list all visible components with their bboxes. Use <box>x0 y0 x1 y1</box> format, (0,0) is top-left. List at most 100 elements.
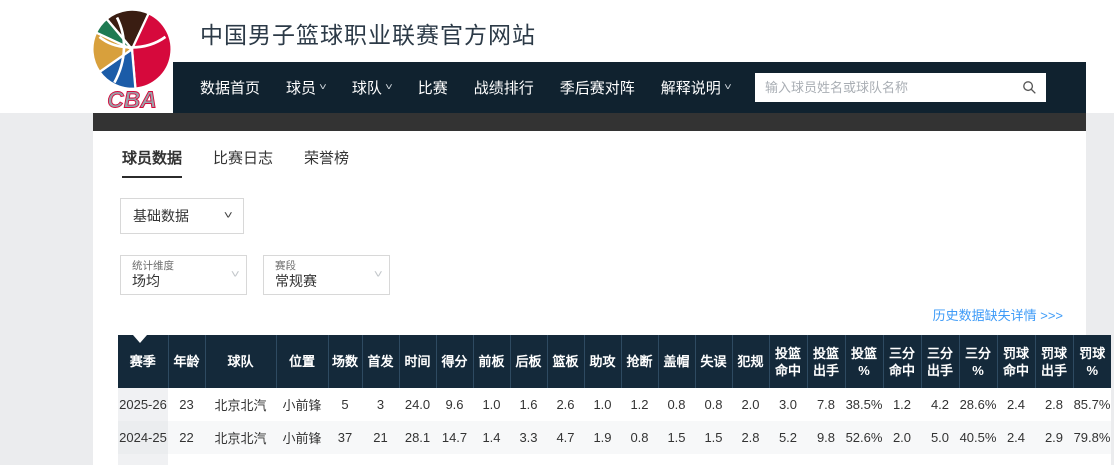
column-header[interactable]: 罚球 出手 <box>1035 335 1073 388</box>
table-cell: 小前锋 <box>276 388 328 421</box>
table-cell <box>118 454 168 465</box>
stage-label: 赛段 <box>275 260 367 273</box>
table-row: 2024-2522北京北汽小前锋372128.114.71.43.34.71.9… <box>118 421 1111 454</box>
table-cell: 1.2 <box>883 388 921 421</box>
table-cell: 5.2 <box>769 421 807 454</box>
table-cell: 4.7 <box>547 421 584 454</box>
table-cell: 2.4 <box>997 421 1035 454</box>
search-box <box>755 73 1046 102</box>
tab-player-stats[interactable]: 球员数据 <box>122 147 182 178</box>
column-header[interactable]: 时间 <box>399 335 436 388</box>
table-cell <box>997 454 1035 465</box>
history-link-row: 历史数据缺失详情 >>> <box>93 305 1086 322</box>
column-header[interactable]: 三分 命中 <box>883 335 921 388</box>
table-cell <box>584 454 621 465</box>
table-cell: 5.0 <box>921 421 959 454</box>
column-header[interactable]: 抢断 <box>621 335 658 388</box>
column-header[interactable]: 盖帽 <box>658 335 695 388</box>
table-cell: 4.2 <box>921 388 959 421</box>
table-cell <box>695 454 732 465</box>
table-cell <box>205 454 276 465</box>
cba-logo-text: CBA <box>107 86 157 111</box>
table-cell: 1.4 <box>473 421 510 454</box>
column-header[interactable]: 罚球 命中 <box>997 335 1035 388</box>
column-header[interactable]: 前板 <box>473 335 510 388</box>
column-header[interactable]: 场数 <box>328 335 362 388</box>
column-header[interactable]: 投篮 % <box>845 335 883 388</box>
table-cell: 28.1 <box>399 421 436 454</box>
table-cell <box>168 454 205 465</box>
table-cell: 2.8 <box>1035 388 1073 421</box>
table-cell <box>510 454 547 465</box>
table-cell: 2.9 <box>1035 421 1073 454</box>
missing-history-link[interactable]: 历史数据缺失详情 >>> <box>933 308 1063 323</box>
table-cell: 2.0 <box>732 388 769 421</box>
table-cell <box>436 454 473 465</box>
table-cell <box>1073 454 1111 465</box>
table-cell: 2.0 <box>883 421 921 454</box>
table-cell <box>328 454 362 465</box>
nav-item-teams[interactable]: 球队˅ <box>352 77 392 98</box>
table-cell: 22 <box>168 421 205 454</box>
table-cell: 3.3 <box>510 421 547 454</box>
tab-honors[interactable]: 荣誉榜 <box>304 147 349 178</box>
column-header[interactable]: 投篮 出手 <box>807 335 845 388</box>
table-cell: 5 <box>328 388 362 421</box>
sort-indicator-arrow <box>133 335 147 343</box>
column-header[interactable]: 位置 <box>276 335 328 388</box>
column-header[interactable]: 助攻 <box>584 335 621 388</box>
main-nav: 数据首页 球员˅ 球队˅ 比赛 战绩排行 季后赛对阵 解释说明˅ <box>173 62 1086 113</box>
data-type-select[interactable]: 基础数据 ˅ <box>120 198 244 234</box>
nav-item-standings[interactable]: 战绩排行 <box>474 77 534 98</box>
tab-game-log[interactable]: 比赛日志 <box>213 147 273 178</box>
table-cell: 3 <box>362 388 399 421</box>
table-cell <box>547 454 584 465</box>
nav-item-players[interactable]: 球员˅ <box>286 77 326 98</box>
search-icon[interactable] <box>1022 80 1037 95</box>
table-cell: 79.8% <box>1073 421 1111 454</box>
table-cell <box>732 454 769 465</box>
table-cell <box>769 454 807 465</box>
table-cell: 37 <box>328 421 362 454</box>
table-cell <box>1035 454 1073 465</box>
column-header[interactable]: 三分 出手 <box>921 335 959 388</box>
nav-item-glossary[interactable]: 解释说明˅ <box>661 77 731 98</box>
table-cell: 2.6 <box>547 388 584 421</box>
table-cell <box>473 454 510 465</box>
nav-item-data-home[interactable]: 数据首页 <box>200 77 260 98</box>
search-input[interactable] <box>755 73 1046 102</box>
cba-logo[interactable]: CBA <box>88 5 176 111</box>
chevron-down-icon: ˅ <box>230 269 239 281</box>
column-header[interactable]: 得分 <box>436 335 473 388</box>
column-header[interactable]: 球队 <box>205 335 276 388</box>
column-header[interactable]: 失误 <box>695 335 732 388</box>
chevron-down-icon: ˅ <box>385 82 393 93</box>
column-header[interactable]: 投篮 命中 <box>769 335 807 388</box>
nav-item-games[interactable]: 比赛 <box>418 77 448 98</box>
stage-select[interactable]: 赛段 常规赛 ˅ <box>263 255 390 295</box>
table-cell <box>658 454 695 465</box>
stat-dimension-value: 场均 <box>132 273 224 290</box>
column-header[interactable]: 罚球 % <box>1073 335 1111 388</box>
table-cell: 1.2 <box>621 388 658 421</box>
table-cell: 1.5 <box>658 421 695 454</box>
column-header[interactable]: 篮板 <box>547 335 584 388</box>
table-cell: 2024-25 <box>118 421 168 454</box>
stat-dimension-select[interactable]: 统计维度 场均 ˅ <box>120 255 247 295</box>
table-cell: 小前锋 <box>276 421 328 454</box>
table-cell: 85.7% <box>1073 388 1111 421</box>
table-cell: 2.8 <box>732 421 769 454</box>
nav-item-playoffs[interactable]: 季后赛对阵 <box>560 77 635 98</box>
chevron-down-icon: ˅ <box>223 210 232 222</box>
table-body: 2025-2623北京北汽小前锋5324.09.61.01.62.61.01.2… <box>118 388 1111 465</box>
column-header[interactable]: 后板 <box>510 335 547 388</box>
table-cell <box>959 454 997 465</box>
table-cell: 0.8 <box>695 388 732 421</box>
column-header[interactable]: 首发 <box>362 335 399 388</box>
table-cell: 0.8 <box>658 388 695 421</box>
table-cell: 23 <box>168 388 205 421</box>
table-cell: 40.5% <box>959 421 997 454</box>
column-header[interactable]: 犯规 <box>732 335 769 388</box>
column-header[interactable]: 三分 % <box>959 335 997 388</box>
column-header[interactable]: 年龄 <box>168 335 205 388</box>
